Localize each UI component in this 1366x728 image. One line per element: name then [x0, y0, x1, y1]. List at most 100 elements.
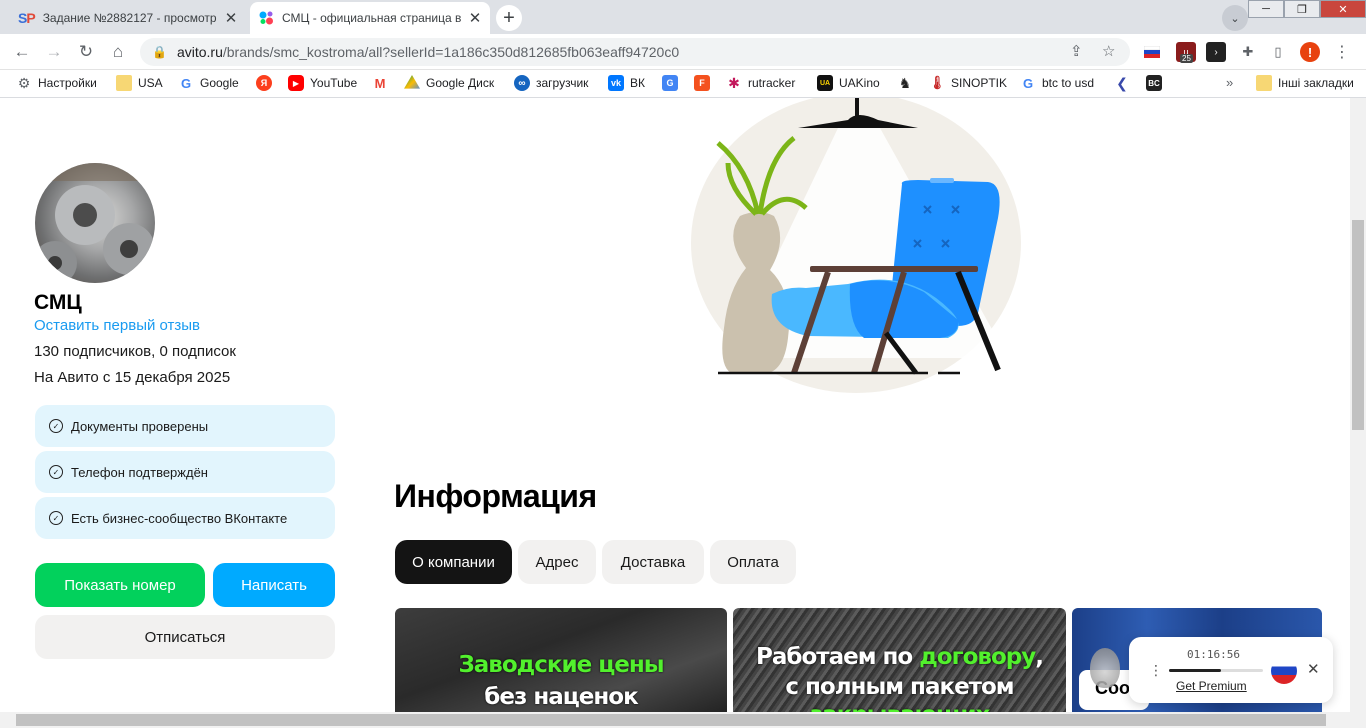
bookmark-drive[interactable]: Google Диск	[404, 75, 494, 91]
bookmark-yandex[interactable]: Я	[256, 75, 272, 91]
forward-button[interactable]: →	[42, 40, 66, 64]
unsubscribe-button[interactable]: Отписаться	[35, 615, 335, 659]
widget-menu-icon[interactable]: ⋮	[1149, 662, 1163, 679]
promo-line: без наценок	[484, 684, 638, 710]
close-widget-icon[interactable]: ✕	[1307, 660, 1320, 678]
badge-vk-community[interactable]: ✓ Есть бизнес-сообщество ВКонтакте	[35, 497, 335, 539]
yandex-icon: Я	[256, 75, 272, 91]
vertical-scrollbar[interactable]	[1350, 98, 1366, 712]
avito-logo-icon	[259, 11, 273, 25]
new-tab-button[interactable]: +	[496, 5, 522, 31]
badge-phone: ✓ Телефон подтверждён	[35, 451, 335, 493]
bookmark-settings[interactable]: ⚙ Настройки	[16, 75, 97, 91]
bookmark-google[interactable]: G Google	[178, 75, 239, 91]
tab-search-button[interactable]: ⌄	[1222, 5, 1248, 31]
tab-delivery[interactable]: Доставка	[602, 540, 704, 584]
side-panel-icon[interactable]: ▯	[1268, 42, 1288, 62]
bookmark-label: Інші закладки	[1278, 76, 1354, 90]
bookmark-bc[interactable]: BC	[1146, 75, 1162, 91]
bookmark-chess[interactable]: ♞	[897, 75, 913, 91]
timer-widget: ⋮ 01:16:56 Get Premium ✕	[1129, 637, 1333, 703]
write-message-button[interactable]: Написать	[213, 563, 335, 607]
tab-payment[interactable]: Оплата	[710, 540, 796, 584]
leave-review-link[interactable]: Оставить первый отзыв	[34, 317, 200, 334]
gear-icon: ⚙	[17, 74, 31, 91]
bookmark-label: загрузчик	[536, 76, 589, 90]
f-icon: F	[694, 75, 710, 91]
bookmark-uakino[interactable]: UA UAKino	[817, 75, 880, 91]
bookmark-btc[interactable]: Gbtc to usd	[1020, 75, 1094, 91]
maximize-button[interactable]: ❐	[1284, 0, 1320, 18]
bookmark-usa[interactable]: USA	[116, 75, 163, 91]
promo-card-contract[interactable]: Работаем по договору, с полным пакетом з…	[733, 608, 1066, 712]
thermometer-icon: 🌡	[928, 75, 946, 90]
check-circle-icon: ✓	[49, 419, 63, 433]
russian-flag-icon[interactable]	[1142, 42, 1162, 62]
close-window-button[interactable]: ✕	[1320, 0, 1366, 18]
extensions-puzzle-icon[interactable]: ✚	[1238, 42, 1258, 62]
chess-icon: ♞	[898, 74, 912, 91]
check-circle-icon: ✓	[49, 511, 63, 525]
russia-flag-icon[interactable]	[1271, 658, 1297, 684]
reload-button[interactable]: ↻	[74, 40, 98, 64]
bookmark-label: YouTube	[310, 76, 358, 90]
more-bookmarks-chevron-icon[interactable]: »	[1226, 75, 1233, 90]
tab-zadanie[interactable]: SP Задание №2882127 - просмотр ✕	[10, 2, 246, 34]
scroll-thumb[interactable]	[1352, 220, 1364, 430]
bookmark-label: ВК	[630, 76, 645, 90]
profile-avatar[interactable]: !	[1300, 42, 1320, 62]
tab-address[interactable]: Адрес	[518, 540, 596, 584]
tab-title: СМЦ - официальная страница в	[282, 11, 462, 25]
drive-icon	[404, 75, 420, 89]
scroll-thumb[interactable]	[16, 714, 1326, 726]
tab-about-company[interactable]: О компании	[395, 540, 512, 584]
bookmark-label: btc to usd	[1042, 76, 1095, 90]
terminal-extension-icon[interactable]: ›	[1206, 42, 1226, 62]
bookmark-translate[interactable]: G	[662, 75, 678, 91]
bookmark-sinoptik[interactable]: 🌡 SINOPTIK	[929, 75, 1007, 91]
promo-line: Заводские цены	[458, 652, 664, 678]
bookmark-label: UAKino	[839, 76, 880, 90]
share-icon[interactable]: ⇪	[1070, 42, 1083, 60]
bookmark-arrow[interactable]: ❮	[1114, 75, 1130, 91]
check-circle-icon: ✓	[49, 465, 63, 479]
extension-badge: 25	[1180, 54, 1193, 63]
bookmark-rutracker[interactable]: ✱ rutracker	[726, 75, 795, 91]
badge-label: Документы проверены	[71, 418, 209, 434]
fire-badge-icon	[1090, 648, 1120, 688]
tab-smc[interactable]: СМЦ - официальная страница в ✕	[250, 2, 490, 34]
bookmark-label: USA	[138, 76, 163, 90]
bookmark-star-icon[interactable]: ☆	[1102, 42, 1115, 60]
close-tab-icon[interactable]: ✕	[224, 9, 238, 27]
promo-line: Работаем по договору,	[733, 644, 1066, 670]
bookmark-gmail[interactable]: M	[372, 75, 388, 91]
show-number-button[interactable]: Показать номер	[35, 563, 205, 607]
bookmark-label: Google Диск	[426, 76, 495, 90]
uakino-icon: UA	[817, 75, 833, 91]
menu-dots-icon[interactable]: ⋮	[1332, 42, 1352, 62]
home-button[interactable]: ⌂	[106, 40, 130, 64]
tab-title: Задание №2882127 - просмотр	[42, 11, 217, 25]
ublock-icon[interactable]: u 25	[1176, 42, 1196, 63]
bookmark-youtube[interactable]: ▶ YouTube	[288, 75, 357, 91]
bookmark-loader[interactable]: ∞ загрузчик	[514, 75, 588, 91]
info-heading: Информация	[394, 478, 597, 514]
youtube-icon: ▶	[288, 75, 304, 91]
bookmark-other[interactable]: Інші закладки	[1256, 75, 1354, 91]
back-button[interactable]: ←	[10, 40, 34, 64]
arrow-icon: ❮	[1116, 74, 1128, 91]
sp-logo-icon: SP	[18, 10, 36, 26]
minimize-button[interactable]: ─	[1248, 0, 1284, 18]
bookmark-label: Google	[200, 76, 239, 90]
horizontal-scrollbar[interactable]	[0, 712, 1366, 728]
bookmark-vk[interactable]: vk ВК	[608, 75, 645, 91]
close-tab-icon[interactable]: ✕	[468, 9, 482, 27]
bookmark-f[interactable]: F	[694, 75, 710, 91]
get-premium-link[interactable]: Get Premium	[1176, 679, 1247, 693]
url-path: /brands/smc_kostroma/all?sellerId=1a186c…	[222, 44, 680, 60]
promo-card-factory-prices[interactable]: Заводские цены без наценок	[395, 608, 727, 712]
bookmarks-bar: ⚙ Настройки USA G Google Я ▶ YouTube M Goog…	[0, 70, 1366, 98]
address-bar[interactable]: 🔒 avito.ru/brands/smc_kostroma/all?selle…	[140, 38, 1130, 66]
promo-line: закрывающих документов	[733, 702, 1066, 712]
window-controls: ─ ❐ ✕	[1248, 0, 1366, 18]
